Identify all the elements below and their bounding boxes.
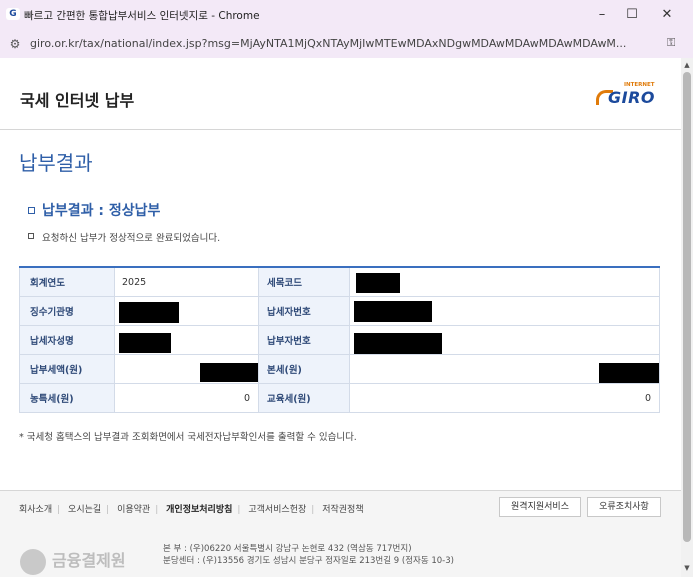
footer-link-privacy[interactable]: 개인정보처리방침 (166, 505, 232, 515)
page-header: 국세 인터넷 납부 INTERNET GIRO (0, 58, 681, 130)
window-title: 빠르고 간편한 통합납부서비스 인터넷지로 - Chrome (24, 10, 260, 22)
label-payer-number: 납부자번호 (258, 325, 350, 355)
redaction-box (356, 273, 400, 293)
page-title: 납부결과 (19, 151, 93, 175)
result-title: 납부결과 : 정상납부 (42, 203, 161, 219)
redaction-box (599, 363, 659, 383)
table-row: 농특세(원) 0 교육세(원) 0 (19, 383, 660, 413)
footer-address: 본 부 : (우)06220 서울특별시 강남구 논현로 432 (역삼동 71… (163, 543, 454, 567)
hometax-footnote: * 국세청 홈택스의 납부결과 조회화면에서 국세전자납부확인서를 출력할 수 … (19, 432, 357, 443)
label-fiscal-year: 회계연도 (19, 266, 115, 297)
value-education-tax: 0 (349, 383, 660, 413)
window-titlebar: G 빠르고 간편한 통합납부서비스 인터넷지로 - Chrome – ☐ ✕ (0, 0, 693, 30)
redaction-box (200, 363, 258, 382)
payment-result-table: 회계연도 2025 세목코드 징수기관명 납세자번호 납세자성명 납부자번호 납… (19, 266, 660, 413)
address-main: 본 부 : (우)06220 서울특별시 강남구 논현로 432 (역삼동 71… (163, 544, 412, 554)
header-title: 국세 인터넷 납부 (20, 91, 135, 110)
redaction-box (119, 302, 179, 323)
label-special-tax: 농특세(원) (19, 383, 115, 413)
value-fiscal-year: 2025 (114, 266, 259, 297)
table-row: 회계연도 2025 세목코드 (19, 266, 660, 297)
footer-links: 회사소개 | 오시는길 | 이용약관 | 개인정보처리방침 | 고객서비스헌장 | 저작권… (19, 502, 364, 515)
table-row: 납부세액(원) 본세(원) (19, 354, 660, 384)
giro-logo[interactable]: INTERNET GIRO (596, 82, 662, 108)
label-taxpayer-number: 납세자번호 (258, 296, 350, 326)
label-tax-amount: 납부세액(원) (19, 354, 115, 384)
scroll-down-arrow-icon[interactable]: ▼ (682, 564, 692, 574)
footer-link-copyright[interactable]: 저작권정책 (322, 505, 363, 515)
minimize-button[interactable]: – (585, 4, 619, 26)
divider: | (237, 505, 241, 515)
divider: | (106, 505, 110, 515)
value-taxpayer-number (349, 296, 660, 326)
table-row: 납세자성명 납부자번호 (19, 325, 660, 355)
value-collecting-agency (114, 296, 259, 326)
label-main-tax: 본세(원) (258, 354, 350, 384)
redaction-box (119, 333, 171, 353)
close-button[interactable]: ✕ (650, 4, 684, 26)
bullet-icon (28, 207, 35, 214)
value-special-tax: 0 (114, 383, 259, 413)
divider: | (311, 505, 315, 515)
divider: | (155, 505, 159, 515)
page-footer: 회사소개 | 오시는길 | 이용약관 | 개인정보처리방침 | 고객서비스헌장 | 저작권… (0, 490, 681, 577)
page-viewport: 국세 인터넷 납부 INTERNET GIRO 납부결과 납부결과 : 정상납부… (0, 58, 681, 577)
divider: | (57, 505, 61, 515)
giro-favicon-icon: G (6, 8, 20, 20)
remote-support-button[interactable]: 원격지원서비스 (499, 497, 581, 517)
footer-link-directions[interactable]: 오시는길 (68, 505, 101, 515)
url-field[interactable]: giro.or.kr/tax/national/index.jsp?msg=Mj… (30, 37, 655, 50)
key-icon[interactable]: ⚿ (667, 36, 675, 50)
site-info-icon[interactable]: ⚙ (7, 36, 23, 52)
bullet-icon (28, 233, 34, 239)
table-row: 징수기관명 납세자번호 (19, 296, 660, 326)
footer-link-terms[interactable]: 이용약관 (117, 505, 150, 515)
special-tax-amount: 0 (243, 393, 250, 404)
value-main-tax (349, 354, 660, 384)
value-payer-number (349, 325, 660, 355)
kftc-logo-text: 금융결제원 (52, 551, 126, 570)
scroll-up-arrow-icon[interactable]: ▲ (682, 61, 692, 71)
label-education-tax: 교육세(원) (258, 383, 350, 413)
kftc-emblem-icon (20, 548, 46, 575)
label-collecting-agency: 징수기관명 (19, 296, 115, 326)
completion-notice: 요청하신 납부가 정상적으로 완료되었습니다. (42, 233, 221, 244)
logo-giro-text: GIRO (608, 88, 656, 107)
redaction-box (354, 333, 442, 354)
maximize-button[interactable]: ☐ (615, 4, 649, 26)
label-tax-code: 세목코드 (258, 266, 350, 297)
address-branch: 분당센터 : (우)13556 경기도 성남시 분당구 정자일로 213번길 9… (163, 556, 454, 566)
error-guide-button[interactable]: 오류조치사항 (587, 497, 661, 517)
redaction-box (354, 301, 432, 322)
label-taxpayer-name: 납세자성명 (19, 325, 115, 355)
education-tax-amount: 0 (644, 393, 651, 404)
value-tax-amount (114, 354, 259, 384)
footer-link-charter[interactable]: 고객서비스헌장 (248, 505, 306, 515)
footer-link-company[interactable]: 회사소개 (19, 505, 52, 515)
scrollbar-thumb[interactable] (683, 72, 691, 542)
value-tax-code (349, 266, 660, 297)
value-taxpayer-name (114, 325, 259, 355)
kftc-logo: 금융결제원 (20, 547, 126, 575)
address-bar: ⚙ giro.or.kr/tax/national/index.jsp?msg=… (0, 30, 693, 58)
